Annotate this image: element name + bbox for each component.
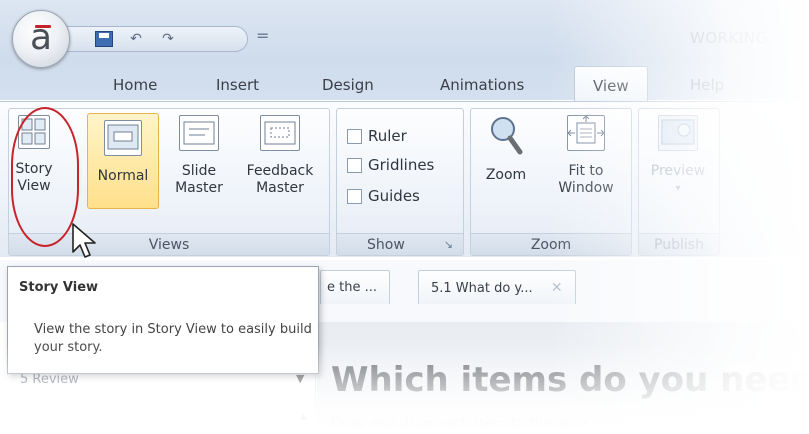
undo-icon[interactable]: ↶ xyxy=(127,31,145,47)
ribbon: Story View Normal Slide Master Feedback … xyxy=(0,101,809,257)
doc-tab-2-label: 5.1 What do y... xyxy=(431,281,533,296)
show-group-title: Show xyxy=(367,237,405,253)
zoom-group: Zoom Fit to Window Zoom xyxy=(470,108,632,256)
customize-qat-button[interactable]: = xyxy=(256,26,269,45)
tab-view[interactable]: View xyxy=(574,66,648,102)
application-menu-button[interactable]: a xyxy=(12,10,70,68)
slide-canvas: Which items do you need Drag and drop ea… xyxy=(317,322,809,434)
doc-tab-2[interactable]: 5.1 What do y... ✕ xyxy=(418,270,576,304)
slide-subtitle[interactable]: Drag and drop each item to the appr... xyxy=(331,416,601,432)
preview-button[interactable]: Preview ▾ xyxy=(645,115,711,197)
dialog-launcher-icon[interactable]: ↘ xyxy=(444,234,453,256)
normal-view-icon xyxy=(104,120,142,156)
tooltip-title: Story View xyxy=(19,280,99,295)
mouse-pointer-icon xyxy=(72,223,96,258)
app-window: a ↶ ↷ = WORKING Home Insert Design Anima… xyxy=(0,0,809,434)
doc-tab-1-label: e the ... xyxy=(327,280,377,295)
fit-to-window-label-1: Fit to xyxy=(568,163,604,179)
show-group: Ruler Gridlines Guides Show ↘ xyxy=(336,108,464,256)
ribbon-tabs: Home Insert Design Animations View Help xyxy=(0,66,809,102)
doc-tab-1[interactable]: e the ... xyxy=(320,270,390,304)
magnifier-icon xyxy=(487,115,525,155)
views-group-label: Views xyxy=(9,233,329,255)
story-view-label-2: View xyxy=(17,178,51,194)
normal-view-button[interactable]: Normal xyxy=(87,113,159,209)
scene-dropdown-value[interactable]: 5 Review xyxy=(20,372,79,387)
preview-label: Preview xyxy=(650,163,706,179)
tooltip-body: View the story in Story View to easily b… xyxy=(34,322,312,355)
window-title: WORKING xyxy=(690,29,768,47)
preview-dropdown-icon[interactable]: ▾ xyxy=(645,180,711,197)
ruler-checkbox[interactable]: Ruler xyxy=(347,127,407,145)
show-group-label: Show ↘ xyxy=(337,233,463,255)
redo-icon[interactable]: ↷ xyxy=(159,31,177,47)
publish-group-label: Publish xyxy=(639,233,719,255)
story-view-icon xyxy=(18,115,50,149)
guides-label: Guides xyxy=(368,187,420,205)
story-view-label-1: Story xyxy=(15,161,53,177)
publish-group: Preview ▾ Publish xyxy=(638,108,720,256)
slide-master-button[interactable]: Slide Master xyxy=(169,115,229,197)
tab-animations[interactable]: Animations xyxy=(440,76,524,94)
app-logo-icon: a xyxy=(29,16,53,58)
feedback-master-icon xyxy=(260,115,300,151)
fit-to-window-label-2: Window xyxy=(558,180,614,196)
ruler-label: Ruler xyxy=(368,127,407,145)
fit-to-window-icon xyxy=(567,115,605,151)
zoom-label: Zoom xyxy=(485,167,527,183)
story-view-button[interactable]: Story View xyxy=(15,115,53,195)
gridlines-label: Gridlines xyxy=(368,156,435,174)
feedback-master-button[interactable]: Feedback Master xyxy=(235,115,325,197)
feedback-master-label-1: Feedback xyxy=(246,163,314,179)
tab-help[interactable]: Help xyxy=(690,76,724,94)
views-group: Story View Normal Slide Master Feedback … xyxy=(8,108,330,256)
slide-title[interactable]: Which items do you need xyxy=(331,360,809,400)
title-bar: a ↶ ↷ = WORKING xyxy=(0,0,809,68)
logo-accent xyxy=(35,25,51,28)
quick-access-toolbar: ↶ ↷ xyxy=(60,26,248,52)
feedback-master-label-2: Master xyxy=(256,180,304,196)
tab-home[interactable]: Home xyxy=(113,76,157,94)
gridlines-checkbox[interactable]: Gridlines xyxy=(347,156,434,174)
slide-master-label-1: Slide xyxy=(181,163,217,179)
zoom-button[interactable]: Zoom xyxy=(477,115,535,184)
close-tab-icon[interactable]: ✕ xyxy=(551,280,563,296)
tab-insert[interactable]: Insert xyxy=(216,76,259,94)
slide-master-label-2: Master xyxy=(175,180,223,196)
normal-view-label: Normal xyxy=(97,168,149,184)
gridlines-box xyxy=(347,157,362,173)
zoom-group-label: Zoom xyxy=(471,233,631,255)
guides-box xyxy=(347,188,362,204)
tab-design[interactable]: Design xyxy=(322,76,374,94)
guides-checkbox[interactable]: Guides xyxy=(347,187,420,205)
story-view-tooltip: Story View View the story in Story View … xyxy=(7,266,319,374)
preview-icon xyxy=(658,115,698,151)
fit-to-window-button[interactable]: Fit to Window xyxy=(545,115,627,197)
scroll-up-icon[interactable]: ▲ xyxy=(300,412,307,422)
ruler-box xyxy=(347,128,362,144)
slide-master-icon xyxy=(179,115,219,151)
save-icon[interactable] xyxy=(95,31,113,47)
